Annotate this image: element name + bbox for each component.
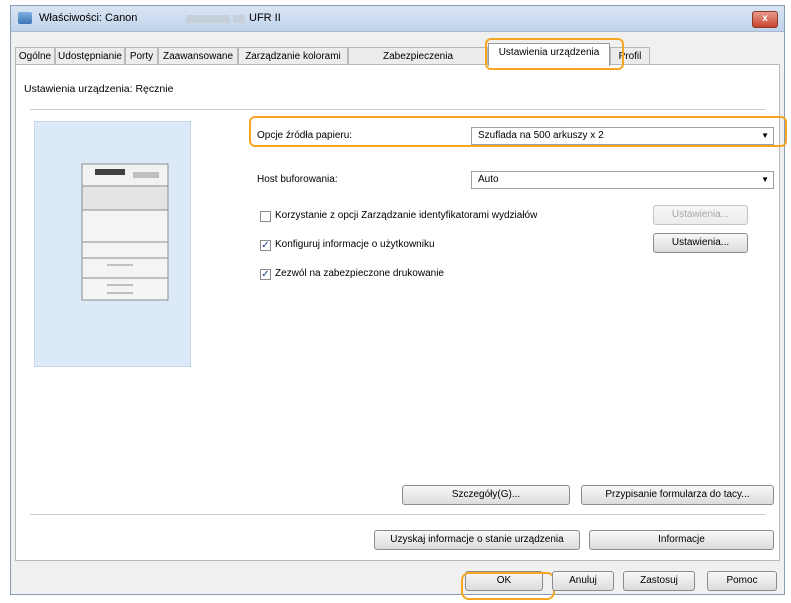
cancel-button[interactable]: Anuluj	[552, 571, 614, 591]
department-id-label: Korzystanie z opcji Zarządzanie identyfi…	[275, 210, 538, 221]
department-id-settings-button[interactable]: Ustawienia...	[653, 205, 748, 225]
divider	[30, 109, 765, 110]
window-title: Właściwości: Canon	[39, 12, 138, 24]
ok-button-callout	[461, 572, 555, 600]
divider	[30, 514, 765, 515]
apply-button[interactable]: Zastosuj	[623, 571, 695, 591]
active-tab-callout	[485, 38, 624, 70]
chevron-down-icon: ▼	[761, 175, 769, 184]
tab-ports[interactable]: Porty	[125, 47, 158, 65]
user-info-label: Konfiguruj informacje o użytkowniku	[275, 239, 435, 250]
spooling-label: Host buforowania:	[257, 174, 338, 185]
window-title-suffix: UFR II	[249, 12, 281, 24]
tab-sharing[interactable]: Udostępnianie	[55, 47, 125, 65]
secure-print-label: Zezwól na zabezpieczone drukowanie	[275, 268, 444, 279]
department-id-checkbox[interactable]	[260, 211, 271, 222]
form-to-tray-button[interactable]: Przypisanie formularza do tacy...	[581, 485, 774, 505]
information-button[interactable]: Informacje	[589, 530, 774, 550]
details-button[interactable]: Szczegóły(G)...	[402, 485, 570, 505]
spooling-select[interactable]: Auto ▼	[471, 171, 774, 189]
tab-general[interactable]: Ogólne	[15, 47, 55, 65]
printer-app-icon	[18, 12, 32, 24]
help-button[interactable]: Pomoc	[707, 571, 777, 591]
device-status-button[interactable]: Uzyskaj informacje o stanie urządzenia	[374, 530, 580, 550]
printer-properties-window: Właściwości: Canon UFR II x Ogólne Udost…	[10, 5, 787, 600]
redacted-model-name	[186, 15, 230, 23]
printer-preview-pane	[34, 121, 191, 367]
tab-security[interactable]: Zabezpieczenia	[348, 47, 488, 65]
title-bar[interactable]: Właściwości: Canon UFR II x	[11, 6, 784, 32]
paper-source-callout	[249, 116, 787, 147]
tab-advanced[interactable]: Zaawansowane	[158, 47, 238, 65]
user-info-settings-button[interactable]: Ustawienia...	[653, 233, 748, 253]
tab-color-management[interactable]: Zarządzanie kolorami	[238, 47, 348, 65]
user-info-checkbox[interactable]: ✓	[260, 240, 271, 251]
device-settings-mode: Ustawienia urządzenia: Ręcznie	[24, 83, 174, 95]
device-settings-panel: Ustawienia urządzenia: Ręcznie Opcje źró…	[15, 64, 787, 561]
redacted-model-suffix	[233, 15, 245, 23]
spooling-value: Auto	[478, 174, 499, 185]
printer-illustration	[81, 163, 169, 301]
close-icon[interactable]: x	[752, 11, 778, 28]
secure-print-checkbox[interactable]: ✓	[260, 269, 271, 280]
